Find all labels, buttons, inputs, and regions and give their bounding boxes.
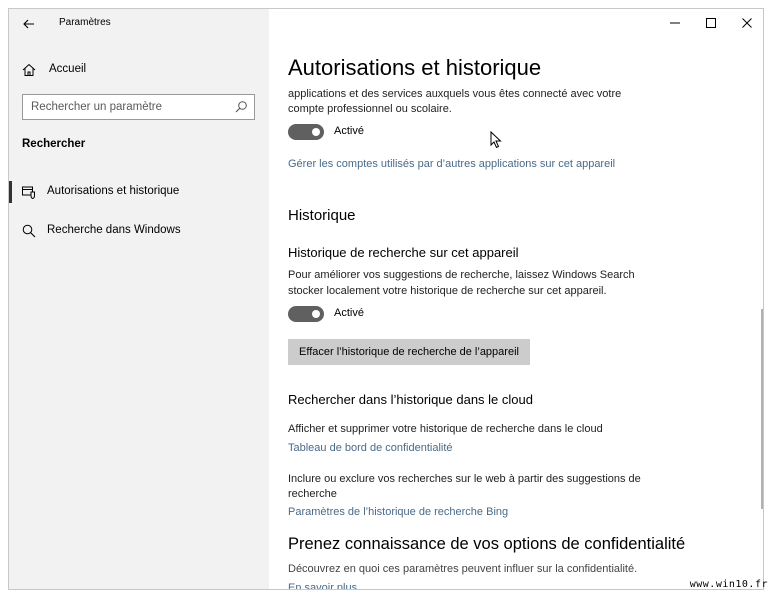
nav-home-label: Accueil [49, 63, 87, 75]
privacy-options-heading: Prenez connaissance de vos options de co… [288, 535, 686, 553]
toggle-knob [312, 310, 320, 318]
sidebar-item-label: Autorisations et historique [47, 185, 180, 197]
manage-accounts-link[interactable]: Gérer les comptes utilisés par d’autres … [288, 158, 615, 170]
accounts-toggle[interactable] [288, 124, 324, 140]
page-title: Autorisations et historique [288, 55, 542, 80]
sidebar: Paramètres Accueil Rechercher un paramèt… [9, 9, 269, 589]
bing-history-desc-line2: recherche [288, 488, 337, 500]
mouse-cursor-icon [490, 131, 502, 149]
bing-history-settings-link[interactable]: Paramètres de l’historique de recherche … [288, 506, 508, 518]
permissions-icon [21, 184, 37, 200]
privacy-options-desc: Découvrez en quoi ces paramètres peuvent… [288, 563, 638, 575]
watermark: www.win10.fr [689, 579, 768, 590]
scrollbar[interactable] [761, 309, 763, 509]
cloud-history-heading: Rechercher dans l’historique dans le clo… [288, 392, 533, 407]
back-arrow-icon[interactable] [19, 14, 39, 34]
minimize-button[interactable] [657, 9, 693, 37]
device-history-toggle[interactable] [288, 306, 324, 322]
search-icon [21, 223, 37, 239]
history-heading: Historique [288, 207, 356, 224]
toggle-knob [312, 128, 320, 136]
window-controls [657, 9, 763, 37]
home-icon [21, 62, 37, 78]
nav-home[interactable]: Accueil [9, 59, 269, 81]
maximize-button[interactable] [693, 9, 729, 37]
device-history-toggle-state: Activé [334, 307, 364, 319]
close-button[interactable] [729, 9, 763, 37]
cloud-history-desc: Afficher et supprimer votre historique d… [288, 423, 603, 435]
device-history-desc-line1: Pour améliorer vos suggestions de recher… [288, 269, 635, 281]
settings-window: Paramètres Accueil Rechercher un paramèt… [8, 8, 764, 590]
sidebar-item-windows-search[interactable]: Recherche dans Windows [9, 220, 269, 242]
minimize-icon [670, 22, 680, 24]
intro-text-line1: applications et des services auxquels vo… [288, 88, 622, 100]
sidebar-section-title: Rechercher [22, 138, 86, 150]
intro-text-line2: compte professionnel ou scolaire. [288, 103, 452, 115]
sidebar-item-permissions-history[interactable]: Autorisations et historique [9, 181, 269, 203]
bing-history-desc-line1: Inclure ou exclure vos recherches sur le… [288, 473, 641, 485]
accounts-toggle-state: Activé [334, 125, 364, 137]
settings-search-input[interactable] [31, 99, 231, 115]
settings-search-box[interactable] [22, 94, 255, 120]
device-history-heading: Historique de recherche sur cet appareil [288, 245, 519, 260]
close-icon [742, 18, 752, 28]
learn-more-link[interactable]: En savoir plus [288, 582, 357, 589]
app-title: Paramètres [59, 17, 111, 28]
main-content: Autorisations et historique applications… [269, 9, 763, 589]
clear-device-history-button[interactable]: Effacer l’historique de recherche de l’a… [288, 339, 530, 365]
titlebar-left: Paramètres [9, 9, 269, 39]
search-icon[interactable] [234, 100, 248, 114]
maximize-icon [706, 18, 716, 28]
active-indicator [9, 181, 12, 203]
sidebar-item-label: Recherche dans Windows [47, 224, 181, 236]
privacy-dashboard-link[interactable]: Tableau de bord de confidentialité [288, 442, 453, 454]
device-history-desc-line2: stocker localement votre historique de r… [288, 285, 607, 297]
